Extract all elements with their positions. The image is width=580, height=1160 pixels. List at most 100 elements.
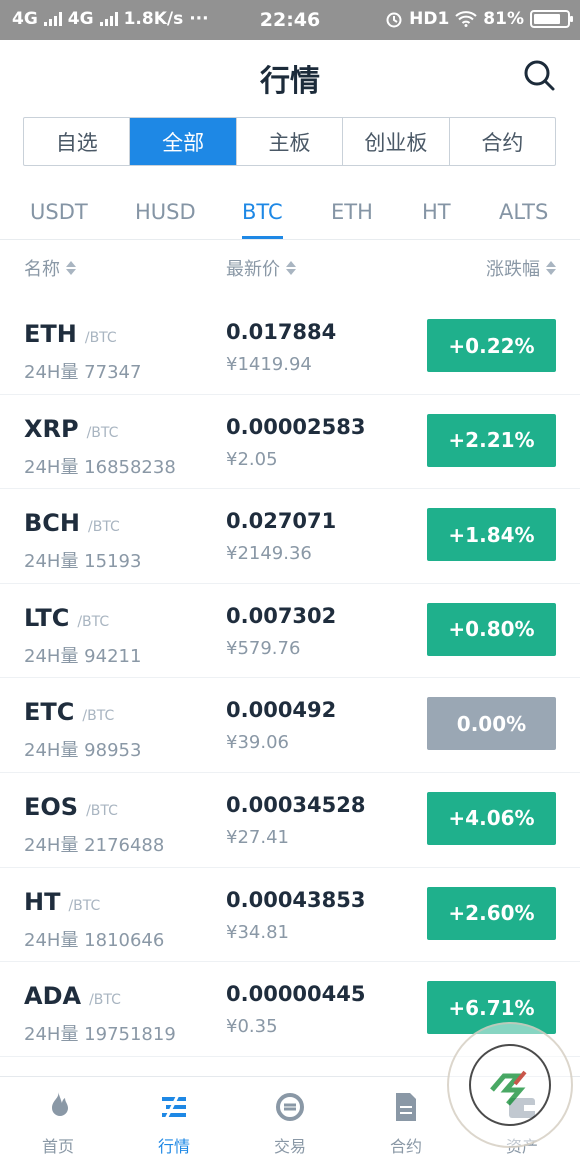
price-cny: ¥2149.36 [226, 543, 312, 565]
last-price: 0.027071 [226, 509, 337, 534]
sort-by-name[interactable]: 名称 [24, 255, 76, 281]
quote-symbol: /BTC [88, 519, 120, 536]
segment-3[interactable]: 创业板 [343, 118, 450, 165]
watermark-seal [447, 1022, 573, 1148]
quote-tab-0[interactable]: USDT [30, 200, 88, 224]
pair-symbol: ETH/BTC [24, 320, 117, 348]
segment-0[interactable]: 自选 [24, 118, 131, 165]
chart-icon [162, 1094, 186, 1120]
quote-tab-3[interactable]: ETH [331, 200, 373, 224]
market-row[interactable]: ETC/BTC 24H量 98953 0.000492 ¥39.06 0.00% [0, 678, 580, 773]
price-cny: ¥0.35 [226, 1016, 278, 1038]
quote-symbol: /BTC [86, 424, 119, 441]
battery-fill [534, 14, 560, 24]
hd-label: HD1 [409, 9, 450, 29]
volume-24h: 24H量 15193 [24, 551, 142, 573]
segment-4[interactable]: 合约 [450, 118, 555, 165]
nav-label: 首页 [41, 1137, 74, 1156]
quote-tab-1[interactable]: HUSD [135, 200, 196, 224]
pair-symbol: XRP/BTC [24, 415, 118, 443]
column-change-label: 涨跌幅 [486, 259, 540, 280]
nav-item-1[interactable]: 行情 [116, 1077, 232, 1160]
column-name-label: 名称 [24, 259, 60, 280]
page-title: 行情 [260, 64, 320, 99]
price-cny: ¥1419.94 [226, 354, 312, 375]
last-price: 0.007302 [226, 603, 337, 628]
price-cny: ¥2.05 [226, 448, 278, 470]
base-symbol: XRP [24, 414, 79, 443]
base-symbol: BCH [24, 509, 80, 538]
market-segment: 自选 全部 主板 创业板 合约 [23, 117, 556, 166]
base-symbol: ADA [24, 982, 82, 1011]
contract-icon [396, 1093, 416, 1121]
search-icon[interactable] [522, 58, 556, 92]
price-cny: ¥579.76 [226, 637, 301, 659]
quote-tab-5[interactable]: ALTS [499, 200, 548, 224]
change-badge[interactable]: +1.84% [427, 508, 556, 562]
volume-24h: 24H量 77347 [24, 362, 142, 383]
base-symbol: LTC [24, 603, 70, 632]
pair-symbol: HT/BTC [24, 888, 100, 916]
quote-currency-tabs: USDT HUSD BTC ETH HT ALTS [0, 192, 580, 240]
sort-by-price[interactable]: 最新价 [226, 255, 296, 281]
change-badge[interactable]: +2.60% [427, 886, 556, 940]
status-bar: 4G 4G 1.8K/s ··· 22:46 HD1 81% [0, 0, 580, 40]
flame-icon [52, 1092, 68, 1116]
last-price: 0.00034528 [226, 792, 366, 817]
price-cny: ¥27.41 [226, 826, 289, 848]
last-price: 0.00043853 [226, 887, 366, 912]
battery-percent: 81% [483, 9, 524, 29]
sort-icon [66, 261, 76, 275]
market-row[interactable]: BCH/BTC 24H量 15193 0.027071 ¥2149.36 +1.84% [0, 489, 580, 584]
header: 行情 [0, 40, 580, 112]
quote-symbol: /BTC [68, 897, 101, 914]
change-badge[interactable]: +2.21% [427, 413, 556, 467]
column-headers: 名称 最新价 涨跌幅 [0, 255, 580, 281]
pair-symbol: ETC/BTC [24, 698, 114, 726]
alarm-icon [386, 12, 402, 28]
column-price-label: 最新价 [226, 259, 280, 280]
volume-24h: 24H量 19751819 [24, 1024, 176, 1046]
market-row[interactable]: HT/BTC 24H量 1810646 0.00043853 ¥34.81 +2.60% [0, 868, 580, 963]
market-row[interactable]: XRP/BTC 24H量 16858238 0.00002583 ¥2.05 +2.21… [0, 395, 580, 490]
pair-symbol: EOS/BTC [24, 793, 118, 821]
quote-symbol: /BTC [84, 330, 117, 346]
base-symbol: EOS [24, 792, 79, 821]
segment-2[interactable]: 主板 [237, 118, 344, 165]
exchange-icon [276, 1093, 304, 1121]
market-row[interactable]: ETH/BTC 24H量 77347 0.017884 ¥1419.94 +0.22% [0, 300, 580, 395]
market-row[interactable]: LTC/BTC 24H量 94211 0.007302 ¥579.76 +0.80% [0, 584, 580, 679]
last-price: 0.00000445 [226, 982, 366, 1007]
change-badge[interactable]: +4.06% [427, 791, 556, 845]
active-tab-underline [242, 236, 283, 239]
quote-tab-2[interactable]: BTC [242, 200, 283, 224]
wifi-icon [455, 11, 477, 27]
market-list: ETH/BTC 24H量 77347 0.017884 ¥1419.94 +0.22% X… [0, 300, 580, 1057]
quote-symbol: /BTC [77, 613, 110, 630]
segment-1[interactable]: 全部 [130, 118, 237, 165]
last-price: 0.017884 [226, 320, 337, 344]
last-price: 0.00002583 [226, 414, 366, 439]
price-cny: ¥39.06 [226, 732, 289, 754]
last-price: 0.000492 [226, 698, 337, 723]
pair-symbol: LTC/BTC [24, 604, 109, 632]
base-symbol: ETC [24, 698, 75, 727]
sort-icon [546, 261, 556, 275]
pair-symbol: BCH/BTC [24, 509, 120, 537]
nav-item-0[interactable]: 首页 [0, 1077, 116, 1160]
change-badge[interactable]: +0.80% [427, 602, 556, 656]
quote-symbol: /BTC [89, 992, 121, 1009]
volume-24h: 24H量 98953 [24, 740, 142, 762]
market-row[interactable]: EOS/BTC 24H量 2176488 0.00034528 ¥27.41 +4.06… [0, 773, 580, 868]
quote-tab-4[interactable]: HT [422, 200, 451, 224]
base-symbol: ETH [24, 320, 77, 348]
change-badge[interactable]: +0.22% [427, 319, 556, 372]
price-cny: ¥34.81 [226, 921, 289, 943]
sort-by-change[interactable]: 涨跌幅 [486, 255, 556, 281]
sort-icon [286, 261, 296, 275]
volume-24h: 24H量 1810646 [24, 929, 165, 951]
quote-symbol: /BTC [82, 708, 115, 725]
status-right: HD1 81% [385, 9, 573, 29]
nav-item-2[interactable]: 交易 [232, 1077, 348, 1160]
change-badge[interactable]: 0.00% [427, 697, 556, 751]
